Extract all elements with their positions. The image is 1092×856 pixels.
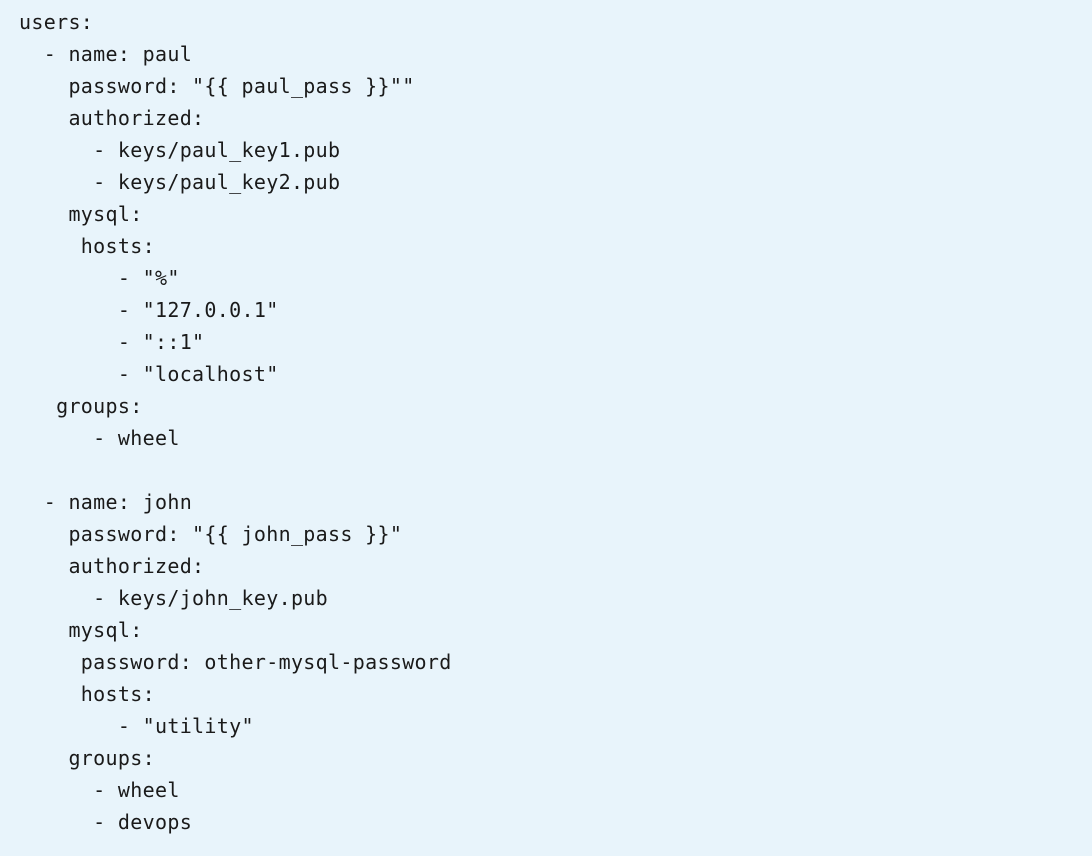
code-line: authorized: bbox=[19, 106, 205, 130]
code-line: groups: bbox=[19, 394, 143, 418]
code-line: groups: bbox=[19, 746, 155, 770]
code-line: - "::1" bbox=[19, 330, 205, 354]
yaml-code-block[interactable]: users: - name: paul password: "{{ paul_p… bbox=[0, 0, 1092, 838]
code-line: - wheel bbox=[19, 426, 180, 450]
code-line: hosts: bbox=[19, 682, 155, 706]
code-line: password: "{{ paul_pass }}"" bbox=[19, 74, 415, 98]
code-line: - name: john bbox=[19, 490, 193, 514]
code-line: - devops bbox=[19, 810, 193, 834]
code-line: - "localhost" bbox=[19, 362, 279, 386]
code-line: - keys/paul_key1.pub bbox=[19, 138, 341, 162]
code-line: - "%" bbox=[19, 266, 180, 290]
code-viewport[interactable]: users: - name: paul password: "{{ paul_p… bbox=[0, 0, 1092, 856]
code-line: password: "{{ john_pass }}" bbox=[19, 522, 403, 546]
code-line: password: other-mysql-password bbox=[19, 650, 452, 674]
code-line: - name: paul bbox=[19, 42, 193, 66]
code-line: - "utility" bbox=[19, 714, 254, 738]
code-line: mysql: bbox=[19, 618, 143, 642]
code-line: users: bbox=[19, 10, 94, 34]
code-line: mysql: bbox=[19, 202, 143, 226]
code-line: authorized: bbox=[19, 554, 205, 578]
code-line: hosts: bbox=[19, 234, 155, 258]
code-line: - "127.0.0.1" bbox=[19, 298, 279, 322]
code-line: - keys/paul_key2.pub bbox=[19, 170, 341, 194]
code-line: - keys/john_key.pub bbox=[19, 586, 329, 610]
code-line: - wheel bbox=[19, 778, 180, 802]
